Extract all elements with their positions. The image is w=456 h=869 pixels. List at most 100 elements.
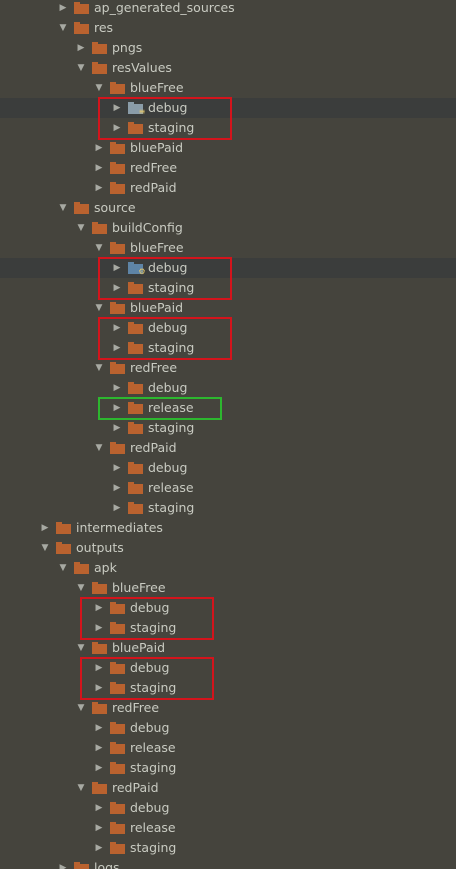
tree-row[interactable]: ▶ redFree bbox=[0, 158, 456, 178]
expand-arrow-right-icon[interactable]: ▶ bbox=[94, 158, 104, 178]
tree-row[interactable]: ▶ staging bbox=[0, 678, 456, 698]
expand-arrow-down-icon[interactable]: ▼ bbox=[40, 538, 50, 558]
folder-icon bbox=[110, 142, 125, 154]
folder-icon bbox=[74, 2, 89, 14]
expand-arrow-down-icon[interactable]: ▼ bbox=[58, 198, 68, 218]
tree-row[interactable]: ▼ resValues bbox=[0, 58, 456, 78]
tree-row[interactable]: ▼ redPaid bbox=[0, 778, 456, 798]
green-highlight-box bbox=[98, 397, 222, 420]
tree-row-label: bluePaid bbox=[130, 140, 184, 155]
folder-icon bbox=[110, 742, 125, 754]
tree-row[interactable]: ▶ intermediates bbox=[0, 518, 456, 538]
expand-arrow-down-icon[interactable]: ▼ bbox=[76, 578, 86, 598]
red-highlight-box bbox=[98, 257, 232, 300]
expand-arrow-right-icon[interactable]: ▶ bbox=[76, 38, 86, 58]
tree-row-label: redPaid bbox=[130, 180, 177, 195]
expand-arrow-down-icon[interactable]: ▼ bbox=[76, 778, 86, 798]
tree-row-label: debug bbox=[148, 380, 188, 395]
expand-arrow-down-icon[interactable]: ▼ bbox=[94, 358, 104, 378]
expand-arrow-down-icon[interactable]: ▼ bbox=[76, 638, 86, 658]
tree-row[interactable]: ▶ pngs bbox=[0, 38, 456, 58]
tree-row[interactable]: ▶ staging bbox=[0, 618, 456, 638]
expand-arrow-down-icon[interactable]: ▼ bbox=[94, 78, 104, 98]
gear-overlay-icon: ⚙ bbox=[138, 267, 146, 276]
folder-icon bbox=[110, 162, 125, 174]
tree-row[interactable]: ▶ debug bbox=[0, 658, 456, 678]
tree-row[interactable]: ▶ staging bbox=[0, 498, 456, 518]
expand-arrow-down-icon[interactable]: ▼ bbox=[94, 298, 104, 318]
folder-icon bbox=[110, 722, 125, 734]
tree-row[interactable]: ▼ redPaid bbox=[0, 438, 456, 458]
folder-icon bbox=[92, 582, 107, 594]
tree-row[interactable]: ▼ blueFree bbox=[0, 578, 456, 598]
folder-icon bbox=[74, 562, 89, 574]
tree-row[interactable]: ▶ release bbox=[0, 818, 456, 838]
tree-row[interactable]: ▶ release bbox=[0, 478, 456, 498]
tree-row[interactable]: ▼ blueFree bbox=[0, 238, 456, 258]
tree-row[interactable]: ▶ bluePaid bbox=[0, 138, 456, 158]
tree-row-label: pngs bbox=[112, 40, 143, 55]
expand-arrow-down-icon[interactable]: ▼ bbox=[76, 698, 86, 718]
expand-arrow-down-icon[interactable]: ▼ bbox=[94, 438, 104, 458]
tree-row[interactable]: ▶ logs bbox=[0, 858, 456, 869]
tree-row[interactable]: ▶ release bbox=[0, 398, 456, 418]
tree-row-label: ap_generated_sources bbox=[94, 0, 235, 15]
expand-arrow-right-icon[interactable]: ▶ bbox=[94, 138, 104, 158]
project-tree: ▶ ap_generated_sources ▼ res ▶ pngs ▼ resValues… bbox=[0, 0, 456, 869]
tree-row[interactable]: ▼ res bbox=[0, 18, 456, 38]
tree-row-label: debug bbox=[130, 720, 170, 735]
tree-row[interactable]: ▶ staging bbox=[0, 758, 456, 778]
tree-row[interactable]: ▼ bluePaid bbox=[0, 298, 456, 318]
expand-arrow-right-icon[interactable]: ▶ bbox=[112, 498, 122, 518]
expand-arrow-right-icon[interactable]: ▶ bbox=[40, 518, 50, 538]
expand-arrow-right-icon[interactable]: ▶ bbox=[94, 178, 104, 198]
tree-row[interactable]: ▶ staging bbox=[0, 838, 456, 858]
expand-arrow-down-icon[interactable]: ▼ bbox=[58, 558, 68, 578]
tree-row[interactable]: ▶ debug bbox=[0, 798, 456, 818]
expand-arrow-right-icon[interactable]: ▶ bbox=[112, 378, 122, 398]
tree-row[interactable]: ▼ redFree bbox=[0, 358, 456, 378]
tree-row-label: resValues bbox=[112, 60, 172, 75]
tree-row[interactable]: ▼ outputs bbox=[0, 538, 456, 558]
tree-row[interactable]: ▶ debug bbox=[0, 598, 456, 618]
expand-arrow-right-icon[interactable]: ▶ bbox=[112, 478, 122, 498]
tree-row-label: outputs bbox=[76, 540, 124, 555]
expand-arrow-right-icon[interactable]: ▶ bbox=[94, 758, 104, 778]
tree-row[interactable]: ▶ release bbox=[0, 738, 456, 758]
tree-row[interactable]: ▼ source bbox=[0, 198, 456, 218]
expand-arrow-right-icon[interactable]: ▶ bbox=[94, 738, 104, 758]
tree-row[interactable]: ▶ redPaid bbox=[0, 178, 456, 198]
red-highlight-box bbox=[80, 597, 214, 640]
tree-row-label: redFree bbox=[112, 700, 160, 715]
tree-row[interactable]: ▶ debug bbox=[0, 378, 456, 398]
expand-arrow-down-icon[interactable]: ▼ bbox=[76, 218, 86, 238]
folder-icon bbox=[128, 482, 143, 494]
tree-row[interactable]: ▼ blueFree bbox=[0, 78, 456, 98]
expand-arrow-right-icon[interactable]: ▶ bbox=[112, 418, 122, 438]
expand-arrow-right-icon[interactable]: ▶ bbox=[94, 838, 104, 858]
expand-arrow-right-icon[interactable]: ▶ bbox=[94, 718, 104, 738]
tree-row-label: staging bbox=[148, 500, 195, 515]
tree-row[interactable]: ▼ buildConfig bbox=[0, 218, 456, 238]
expand-arrow-right-icon[interactable]: ▶ bbox=[58, 858, 68, 869]
tree-row-label: debug bbox=[148, 460, 188, 475]
tree-row[interactable]: ▶ ap_generated_sources bbox=[0, 0, 456, 18]
tree-row-label: debug bbox=[130, 800, 170, 815]
expand-arrow-right-icon[interactable]: ▶ bbox=[94, 798, 104, 818]
expand-arrow-right-icon[interactable]: ▶ bbox=[112, 458, 122, 478]
expand-arrow-right-icon[interactable]: ▶ bbox=[94, 818, 104, 838]
expand-arrow-down-icon[interactable]: ▼ bbox=[76, 58, 86, 78]
expand-arrow-down-icon[interactable]: ▼ bbox=[58, 18, 68, 38]
tree-row-label: res bbox=[94, 20, 114, 35]
folder-icon bbox=[92, 222, 107, 234]
tree-row[interactable]: ▼ redFree bbox=[0, 698, 456, 718]
tree-row[interactable]: ▶ debug bbox=[0, 458, 456, 478]
expand-arrow-right-icon[interactable]: ▶ bbox=[58, 0, 68, 18]
tree-row[interactable]: ▼ apk bbox=[0, 558, 456, 578]
tree-row[interactable]: ▶ staging bbox=[0, 418, 456, 438]
tree-row[interactable]: ▶ debug bbox=[0, 718, 456, 738]
tree-row[interactable]: ▼ bluePaid bbox=[0, 638, 456, 658]
expand-arrow-down-icon[interactable]: ▼ bbox=[94, 238, 104, 258]
tree-row-label: redFree bbox=[130, 160, 178, 175]
folder-icon bbox=[92, 42, 107, 54]
